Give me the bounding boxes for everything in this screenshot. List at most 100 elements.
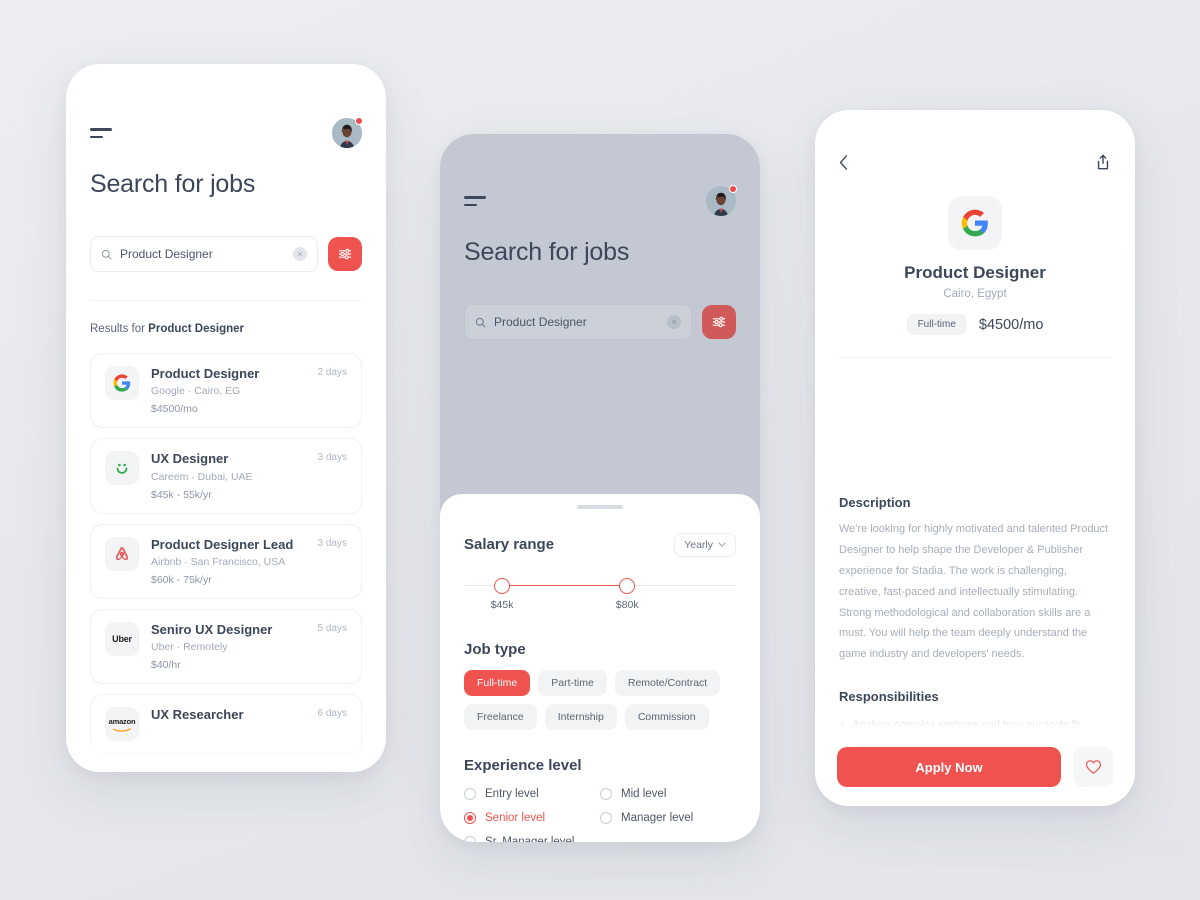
amazon-wordmark: amazon <box>108 716 136 726</box>
sheet-grabber[interactable] <box>577 505 623 509</box>
job-age: 5 days <box>317 622 347 634</box>
radio-ring-icon <box>464 811 476 824</box>
job-detail-location: Cairo, Egypt <box>943 288 1007 300</box>
favorite-button[interactable] <box>1073 747 1113 787</box>
airbnb-logo-icon <box>105 536 139 571</box>
radio-label: Mid level <box>621 787 667 800</box>
divider <box>90 300 362 301</box>
filter-bottom-sheet: Salary range Yearly $45k $80k Job type F… <box>440 494 760 842</box>
job-title: UX Researcher <box>151 707 244 722</box>
divider <box>839 357 1111 358</box>
list-item[interactable]: amazon UX Researcher 6 days <box>90 694 362 754</box>
list-item[interactable]: UX Designer Careem · Dubai, UAE $45k - 5… <box>90 438 362 514</box>
slider-knob-min[interactable] <box>494 577 511 594</box>
results-prefix: Results for <box>90 323 149 335</box>
radio-ring-icon <box>464 835 476 842</box>
salary-section-title: Salary range <box>464 536 555 553</box>
job-detail-title: Product Designer <box>904 263 1046 282</box>
radio-label: Manager level <box>621 811 694 824</box>
app-header <box>90 117 363 148</box>
job-title: Product Designer <box>151 366 260 381</box>
radio-sr-manager-level[interactable]: Sr. Manager level <box>464 835 600 843</box>
search-input[interactable]: Product Designer × <box>464 304 692 340</box>
salary-range-slider[interactable] <box>464 577 736 594</box>
results-query: Product Designer <box>148 323 245 335</box>
share-button[interactable] <box>1095 154 1111 171</box>
detail-body[interactable]: Description We're looking for highly mot… <box>815 495 1135 728</box>
radio-label: Senior level <box>485 811 546 824</box>
slider-knob-max[interactable] <box>619 577 636 594</box>
radio-ring-icon <box>600 787 612 800</box>
sliders-icon <box>338 248 352 260</box>
list-item[interactable]: Uber Seniro UX Designer Uber · Remotely … <box>90 608 362 684</box>
job-type-section-title: Job type <box>464 640 526 658</box>
job-results-list[interactable]: Product Designer Google · Cairo, EG $450… <box>66 353 386 754</box>
radio-ring-icon <box>600 811 612 824</box>
apply-now-button[interactable]: Apply Now <box>837 747 1061 787</box>
radio-manager-level[interactable]: Manager level <box>600 811 736 824</box>
heart-icon <box>1085 760 1101 774</box>
job-type-chip-internship[interactable]: Internship <box>544 703 617 730</box>
chevron-down-icon <box>718 542 726 547</box>
job-detail-tags: Full-time $4500/mo <box>839 314 1111 335</box>
description-heading: Description <box>839 495 911 510</box>
job-type-chip-freelance[interactable]: Freelance <box>464 703 537 730</box>
search-row: Product Designer × <box>90 236 362 272</box>
phone-filter-screen: Search for jobs Product Designer × Salar… <box>440 134 760 842</box>
list-item[interactable]: Product Designer Lead Airbnb · San Franc… <box>90 523 362 599</box>
hamburger-icon[interactable] <box>90 128 112 138</box>
list-item: Analyze complex systems and how our tool… <box>839 715 1111 728</box>
list-item[interactable]: Product Designer Google · Cairo, EG $450… <box>90 353 362 429</box>
job-type-chip-part-time[interactable]: Part-time <box>538 669 607 696</box>
uber-wordmark: Uber <box>112 633 132 644</box>
phone-search-screen: Search for jobs Product Designer × Resul… <box>66 64 386 772</box>
share-icon <box>1097 154 1109 170</box>
sliders-icon <box>712 316 726 328</box>
description-text: We're looking for highly motivated and t… <box>839 523 1109 661</box>
job-meta: Careem · Dubai, UAE <box>151 470 253 483</box>
slider-labels: $45k $80k <box>464 599 736 615</box>
radio-mid-level[interactable]: Mid level <box>600 787 736 800</box>
detail-footer: Apply Now <box>815 728 1135 806</box>
notification-badge <box>729 185 737 193</box>
watermark: TOOOPEN.com <box>1020 840 1182 862</box>
results-label: Results for Product Designer <box>90 323 362 335</box>
responsibilities-heading: Responsibilities <box>839 689 939 705</box>
job-title: Product Designer Lead <box>151 536 294 552</box>
uber-logo-icon: Uber <box>105 621 139 656</box>
salary-period-select[interactable]: Yearly <box>674 532 736 557</box>
radio-senior-level[interactable]: Senior level <box>464 811 600 824</box>
job-age: 6 days <box>317 708 347 719</box>
radio-entry-level[interactable]: Entry level <box>464 787 600 800</box>
amazon-logo-icon: amazon <box>105 707 139 741</box>
job-pay: $4500/mo <box>151 403 198 416</box>
radio-label: Sr. Manager level <box>485 835 575 843</box>
watermark-text: TOOOPEN.com <box>1040 840 1182 861</box>
search-row: Product Designer × <box>464 304 736 340</box>
filter-button[interactable] <box>328 237 362 271</box>
job-title: UX Designer <box>151 451 229 467</box>
avatar[interactable] <box>706 185 737 216</box>
job-detail-pay: $4500/mo <box>978 316 1044 333</box>
filter-button[interactable] <box>702 305 736 339</box>
status-badge: Full-time <box>906 314 967 335</box>
detail-header <box>839 154 1111 171</box>
search-input-value: Product Designer <box>494 315 587 329</box>
job-meta: Airbnb · San Francisco, USA <box>151 555 286 568</box>
clear-search-button[interactable]: × <box>293 247 307 261</box>
search-input[interactable]: Product Designer × <box>90 236 318 272</box>
job-type-chip-commission[interactable]: Commission <box>624 703 709 730</box>
experience-section-title: Experience level <box>464 756 582 774</box>
salary-section-header: Salary range Yearly <box>464 532 736 557</box>
avatar[interactable] <box>332 117 363 148</box>
clear-search-button[interactable]: × <box>667 315 681 329</box>
hamburger-icon[interactable] <box>464 196 486 206</box>
job-meta: Uber · Remotely <box>151 641 228 653</box>
search-input-value: Product Designer <box>120 247 213 261</box>
radio-label: Entry level <box>485 787 539 800</box>
job-title: Seniro UX Designer <box>151 621 273 637</box>
job-type-chip-full-time[interactable]: Full-time <box>464 669 531 696</box>
back-button[interactable] <box>839 155 848 170</box>
salary-max-label: $80k <box>615 598 639 611</box>
job-type-chip-remote-contract[interactable]: Remote/Contract <box>614 669 721 696</box>
